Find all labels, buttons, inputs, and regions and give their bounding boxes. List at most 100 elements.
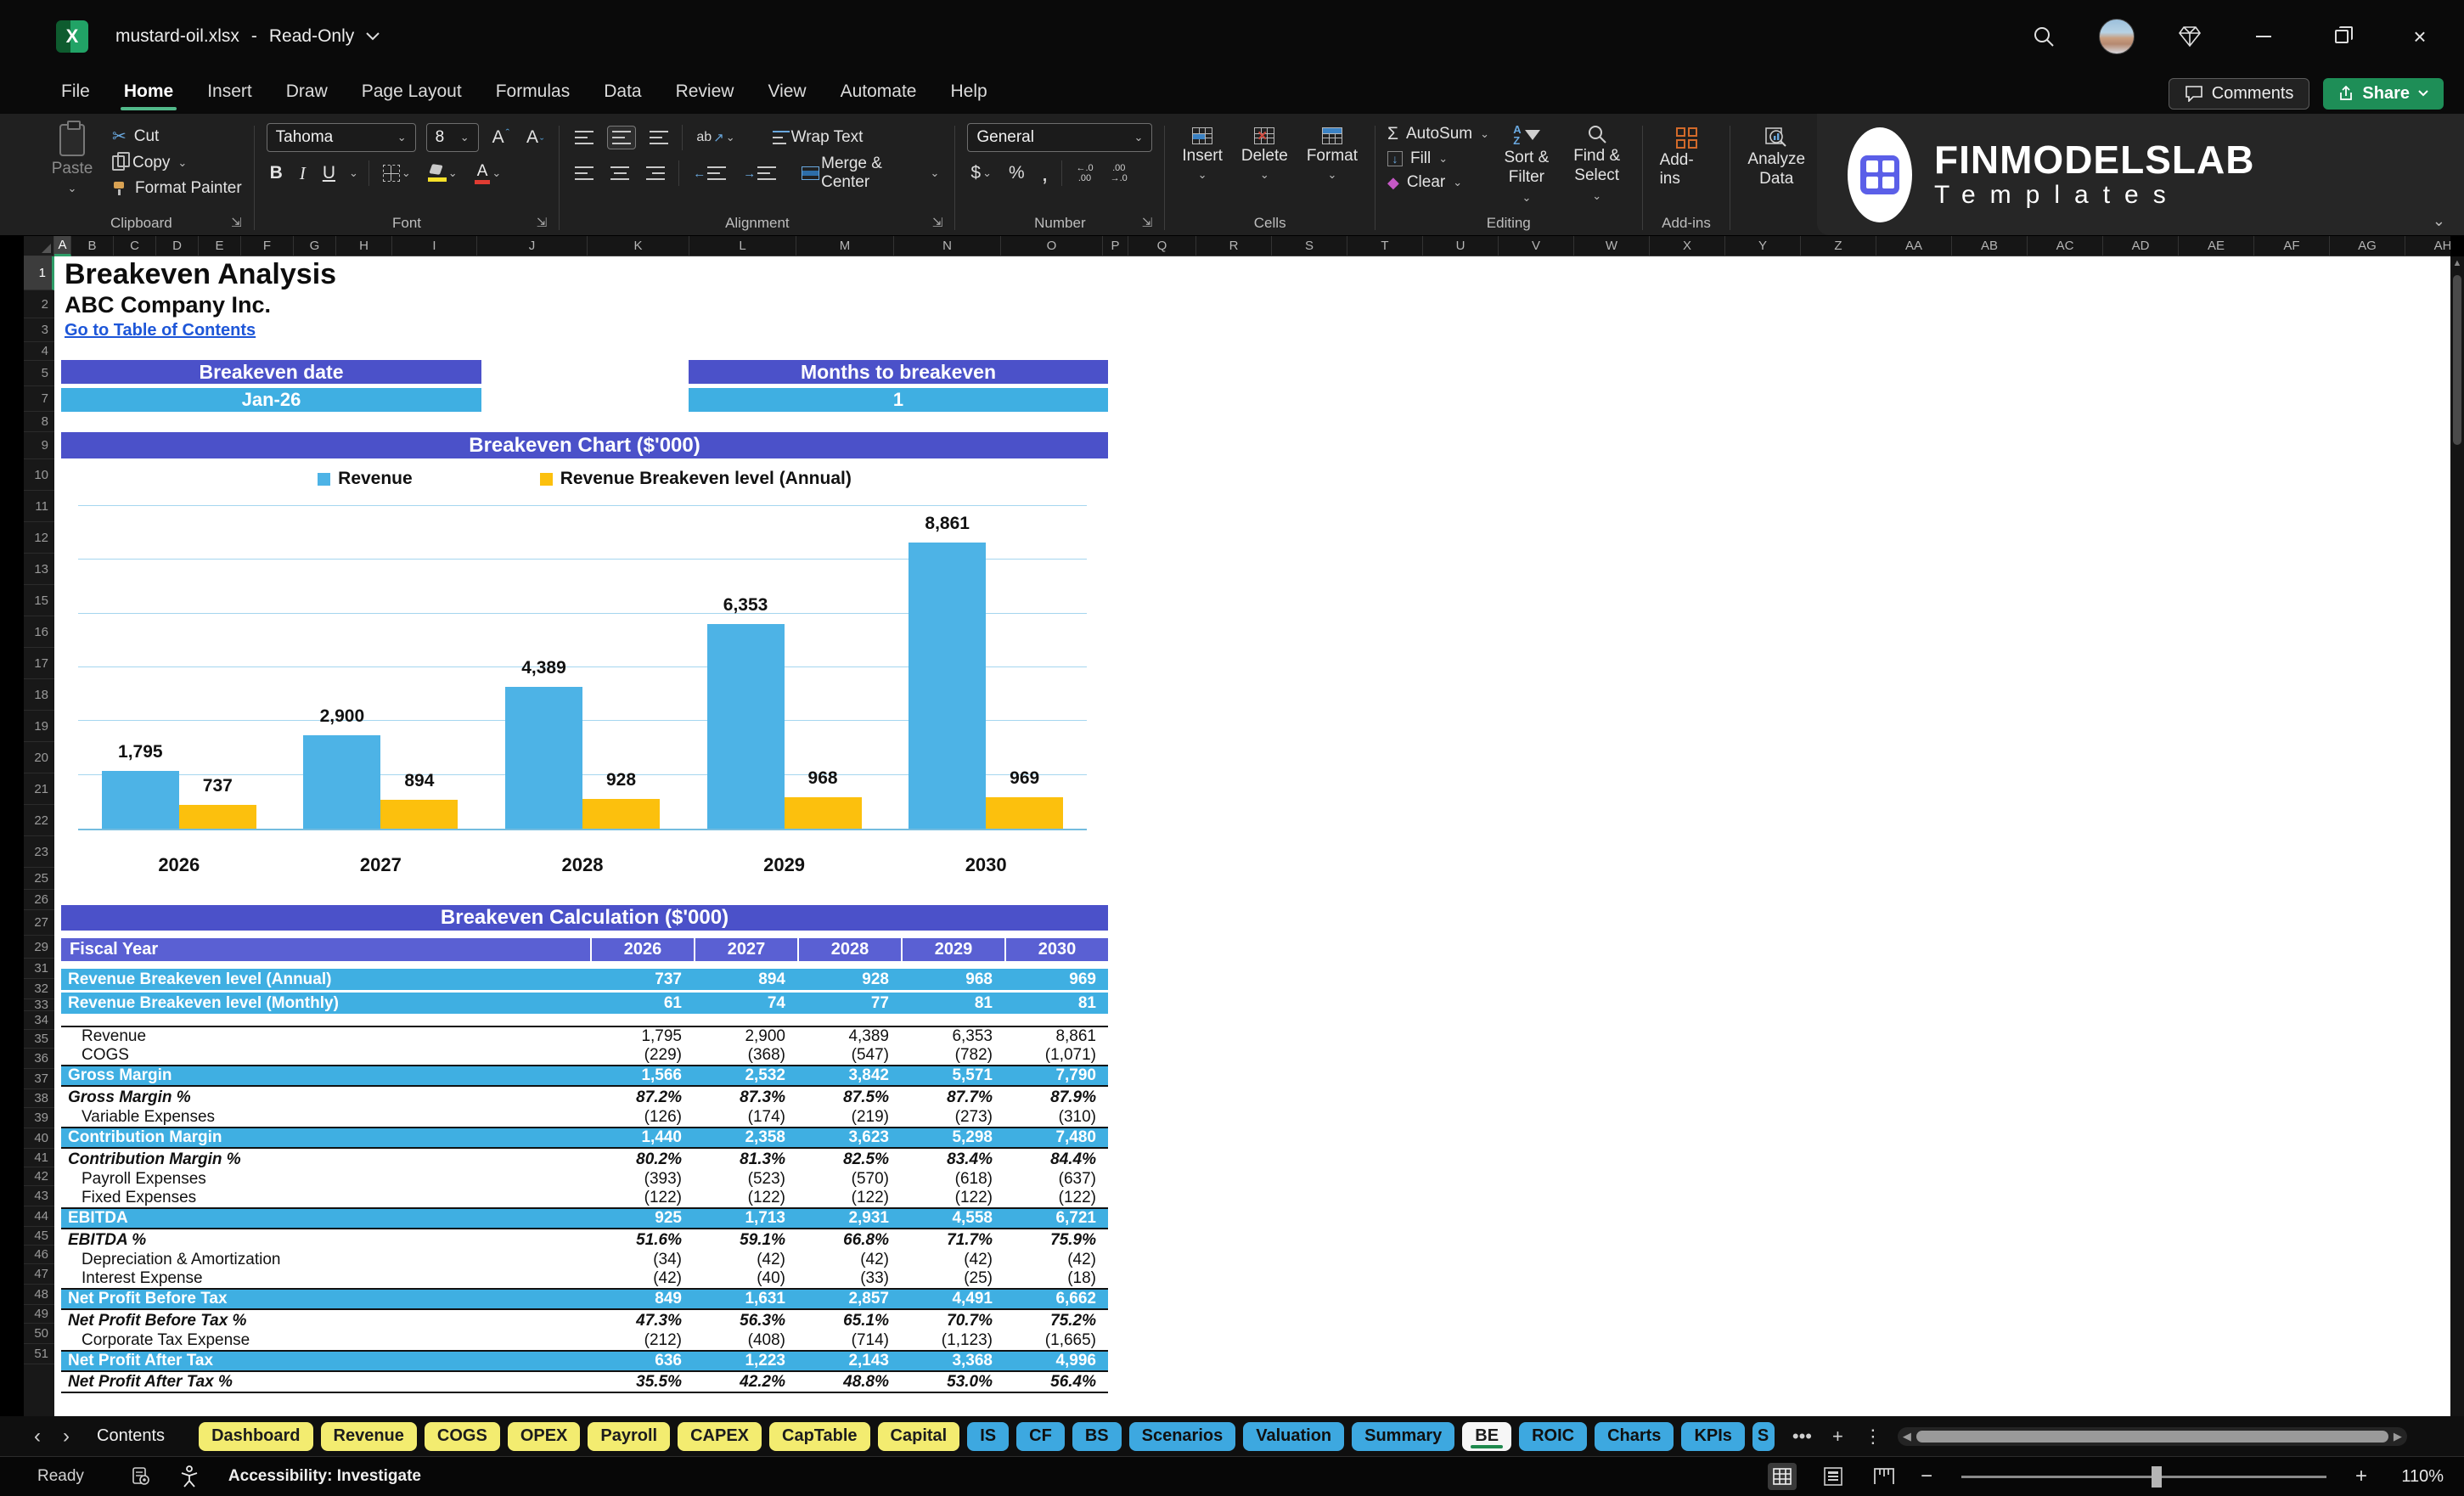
row-header-39[interactable]: 39 [24,1108,54,1128]
row-header-7[interactable]: 7 [24,386,54,412]
column-header-W[interactable]: W [1574,236,1650,256]
paste-button[interactable]: Paste ⌄ [41,121,104,195]
restore-button[interactable] [2323,20,2360,53]
sheet-tab-is[interactable]: IS [967,1421,1010,1451]
number-dialog-launcher[interactable]: ⇲ [1142,215,1153,230]
sheet-tab-summary[interactable]: Summary [1352,1421,1455,1451]
zoom-out-button[interactable]: − [1921,1465,1932,1488]
row-header-45[interactable]: 45 [24,1227,54,1246]
sheet-tab-capital[interactable]: Capital [877,1421,960,1451]
column-header-H[interactable]: H [336,236,392,256]
macro-record-icon[interactable] [132,1467,150,1486]
column-header-Y[interactable]: Y [1725,236,1801,256]
minimize-button[interactable] [2245,20,2282,53]
horizontal-scroll-thumb[interactable] [1916,1430,2388,1443]
column-header-AD[interactable]: AD [2103,236,2179,256]
menu-tab-data[interactable]: Data [587,76,658,110]
row-header-50[interactable]: 50 [24,1324,54,1344]
row-header-15[interactable]: 15 [24,585,54,616]
row-header-31[interactable]: 31 [24,959,54,979]
analyze-data-button[interactable]: Analyze Data [1742,126,1810,191]
increase-indent-button[interactable]: → [740,165,779,183]
orientation-button[interactable]: ab ↗ ⌄ [693,128,738,147]
font-color-button[interactable]: A ⌄ [471,161,505,186]
user-avatar[interactable] [2099,19,2135,54]
sheet-tab-scenarios[interactable]: Scenarios [1128,1421,1236,1451]
row-header-1[interactable]: 1 [24,256,54,290]
format-cells-button[interactable]: Format ⌄ [1302,126,1363,183]
column-header-X[interactable]: X [1650,236,1725,256]
share-button[interactable]: Share [2323,77,2444,110]
increase-decimal-button[interactable]: ←.0.00 [1072,161,1096,185]
column-header-B[interactable]: B [71,236,114,256]
row-header-29[interactable]: 29 [24,936,54,959]
find-select-button[interactable]: Find & Select ⌄ [1564,121,1630,206]
scroll-up-icon[interactable]: ▲ [2450,258,2464,268]
row-header-20[interactable]: 20 [24,742,54,773]
zoom-level[interactable]: 110% [2389,1467,2444,1487]
clear-button[interactable]: ◆ Clear ⌄ [1387,173,1489,192]
column-header-F[interactable]: F [241,236,294,256]
zoom-slider[interactable] [1961,1465,2326,1488]
premium-diamond-icon[interactable] [2175,22,2204,51]
menu-tab-help[interactable]: Help [933,76,1004,110]
tab-options-icon[interactable]: ⋮ [1864,1426,1882,1448]
column-header-AG[interactable]: AG [2330,236,2405,256]
comments-button[interactable]: Comments [2168,77,2310,110]
menu-tab-view[interactable]: View [751,76,823,110]
column-header-C[interactable]: C [114,236,156,256]
zoom-in-button[interactable]: + [2355,1465,2367,1488]
sheet-tab-charts[interactable]: Charts [1595,1421,1674,1451]
column-header-G[interactable]: G [294,236,336,256]
clipboard-dialog-launcher[interactable]: ⇲ [231,215,242,230]
column-header-J[interactable]: J [477,236,588,256]
column-header-AA[interactable]: AA [1876,236,1952,256]
row-header-36[interactable]: 36 [24,1049,54,1069]
row-header-46[interactable]: 46 [24,1246,54,1264]
row-header-3[interactable]: 3 [24,318,54,342]
accessibility-status[interactable]: Accessibility: Investigate [228,1467,421,1486]
sheet-tab-valuation[interactable]: Valuation [1243,1421,1345,1451]
tab-nav-back-icon[interactable]: ‹ [34,1425,41,1448]
sheet-tab-capex[interactable]: CAPEX [678,1421,762,1451]
row-header-38[interactable]: 38 [24,1089,54,1108]
align-right-button[interactable] [643,165,668,182]
row-header-4[interactable]: 4 [24,342,54,361]
row-header-43[interactable]: 43 [24,1186,54,1206]
select-all-corner[interactable] [24,236,54,256]
grow-font-button[interactable]: Aˆ [489,126,513,149]
copy-button[interactable]: Copy ⌄ [112,152,242,172]
sheet-tab-roic[interactable]: ROIC [1519,1421,1588,1451]
row-header-12[interactable]: 12 [24,522,54,554]
sheet-tab-dashboard[interactable]: Dashboard [199,1421,313,1451]
row-header-18[interactable]: 18 [24,679,54,711]
row-header-19[interactable]: 19 [24,711,54,742]
align-left-button[interactable] [571,165,597,182]
merge-center-button[interactable]: Merge & Center ⌄ [798,153,942,194]
row-header-49[interactable]: 49 [24,1305,54,1324]
shrink-font-button[interactable]: Aˇ [523,126,547,150]
sheet-tab-bs[interactable]: BS [1072,1421,1122,1451]
autosum-button[interactable]: Σ AutoSum ⌄ [1387,124,1489,144]
row-header-40[interactable]: 40 [24,1128,54,1149]
column-header-E[interactable]: E [199,236,241,256]
underline-button[interactable]: U [319,161,339,185]
align-center-button[interactable] [607,165,633,182]
row-header-47[interactable]: 47 [24,1264,54,1285]
column-header-Q[interactable]: Q [1128,236,1196,256]
column-header-AB[interactable]: AB [1952,236,2028,256]
row-header-33[interactable]: 33 [24,998,54,1012]
menu-tab-insert[interactable]: Insert [190,76,269,110]
decrease-indent-button[interactable]: ← [689,165,729,183]
sort-filter-button[interactable]: AZ Sort & Filter ⌄ [1498,121,1555,208]
addins-button[interactable]: Add-ins [1655,126,1719,190]
column-header-V[interactable]: V [1499,236,1574,256]
comma-format-button[interactable]: , [1038,158,1052,188]
column-header-O[interactable]: O [1001,236,1103,256]
column-header-Z[interactable]: Z [1801,236,1876,256]
column-header-D[interactable]: D [156,236,199,256]
cut-button[interactable]: ✂ Cut [112,126,242,147]
row-header-27[interactable]: 27 [24,910,54,936]
row-header-17[interactable]: 17 [24,648,54,679]
row-header-32[interactable]: 32 [24,979,54,999]
